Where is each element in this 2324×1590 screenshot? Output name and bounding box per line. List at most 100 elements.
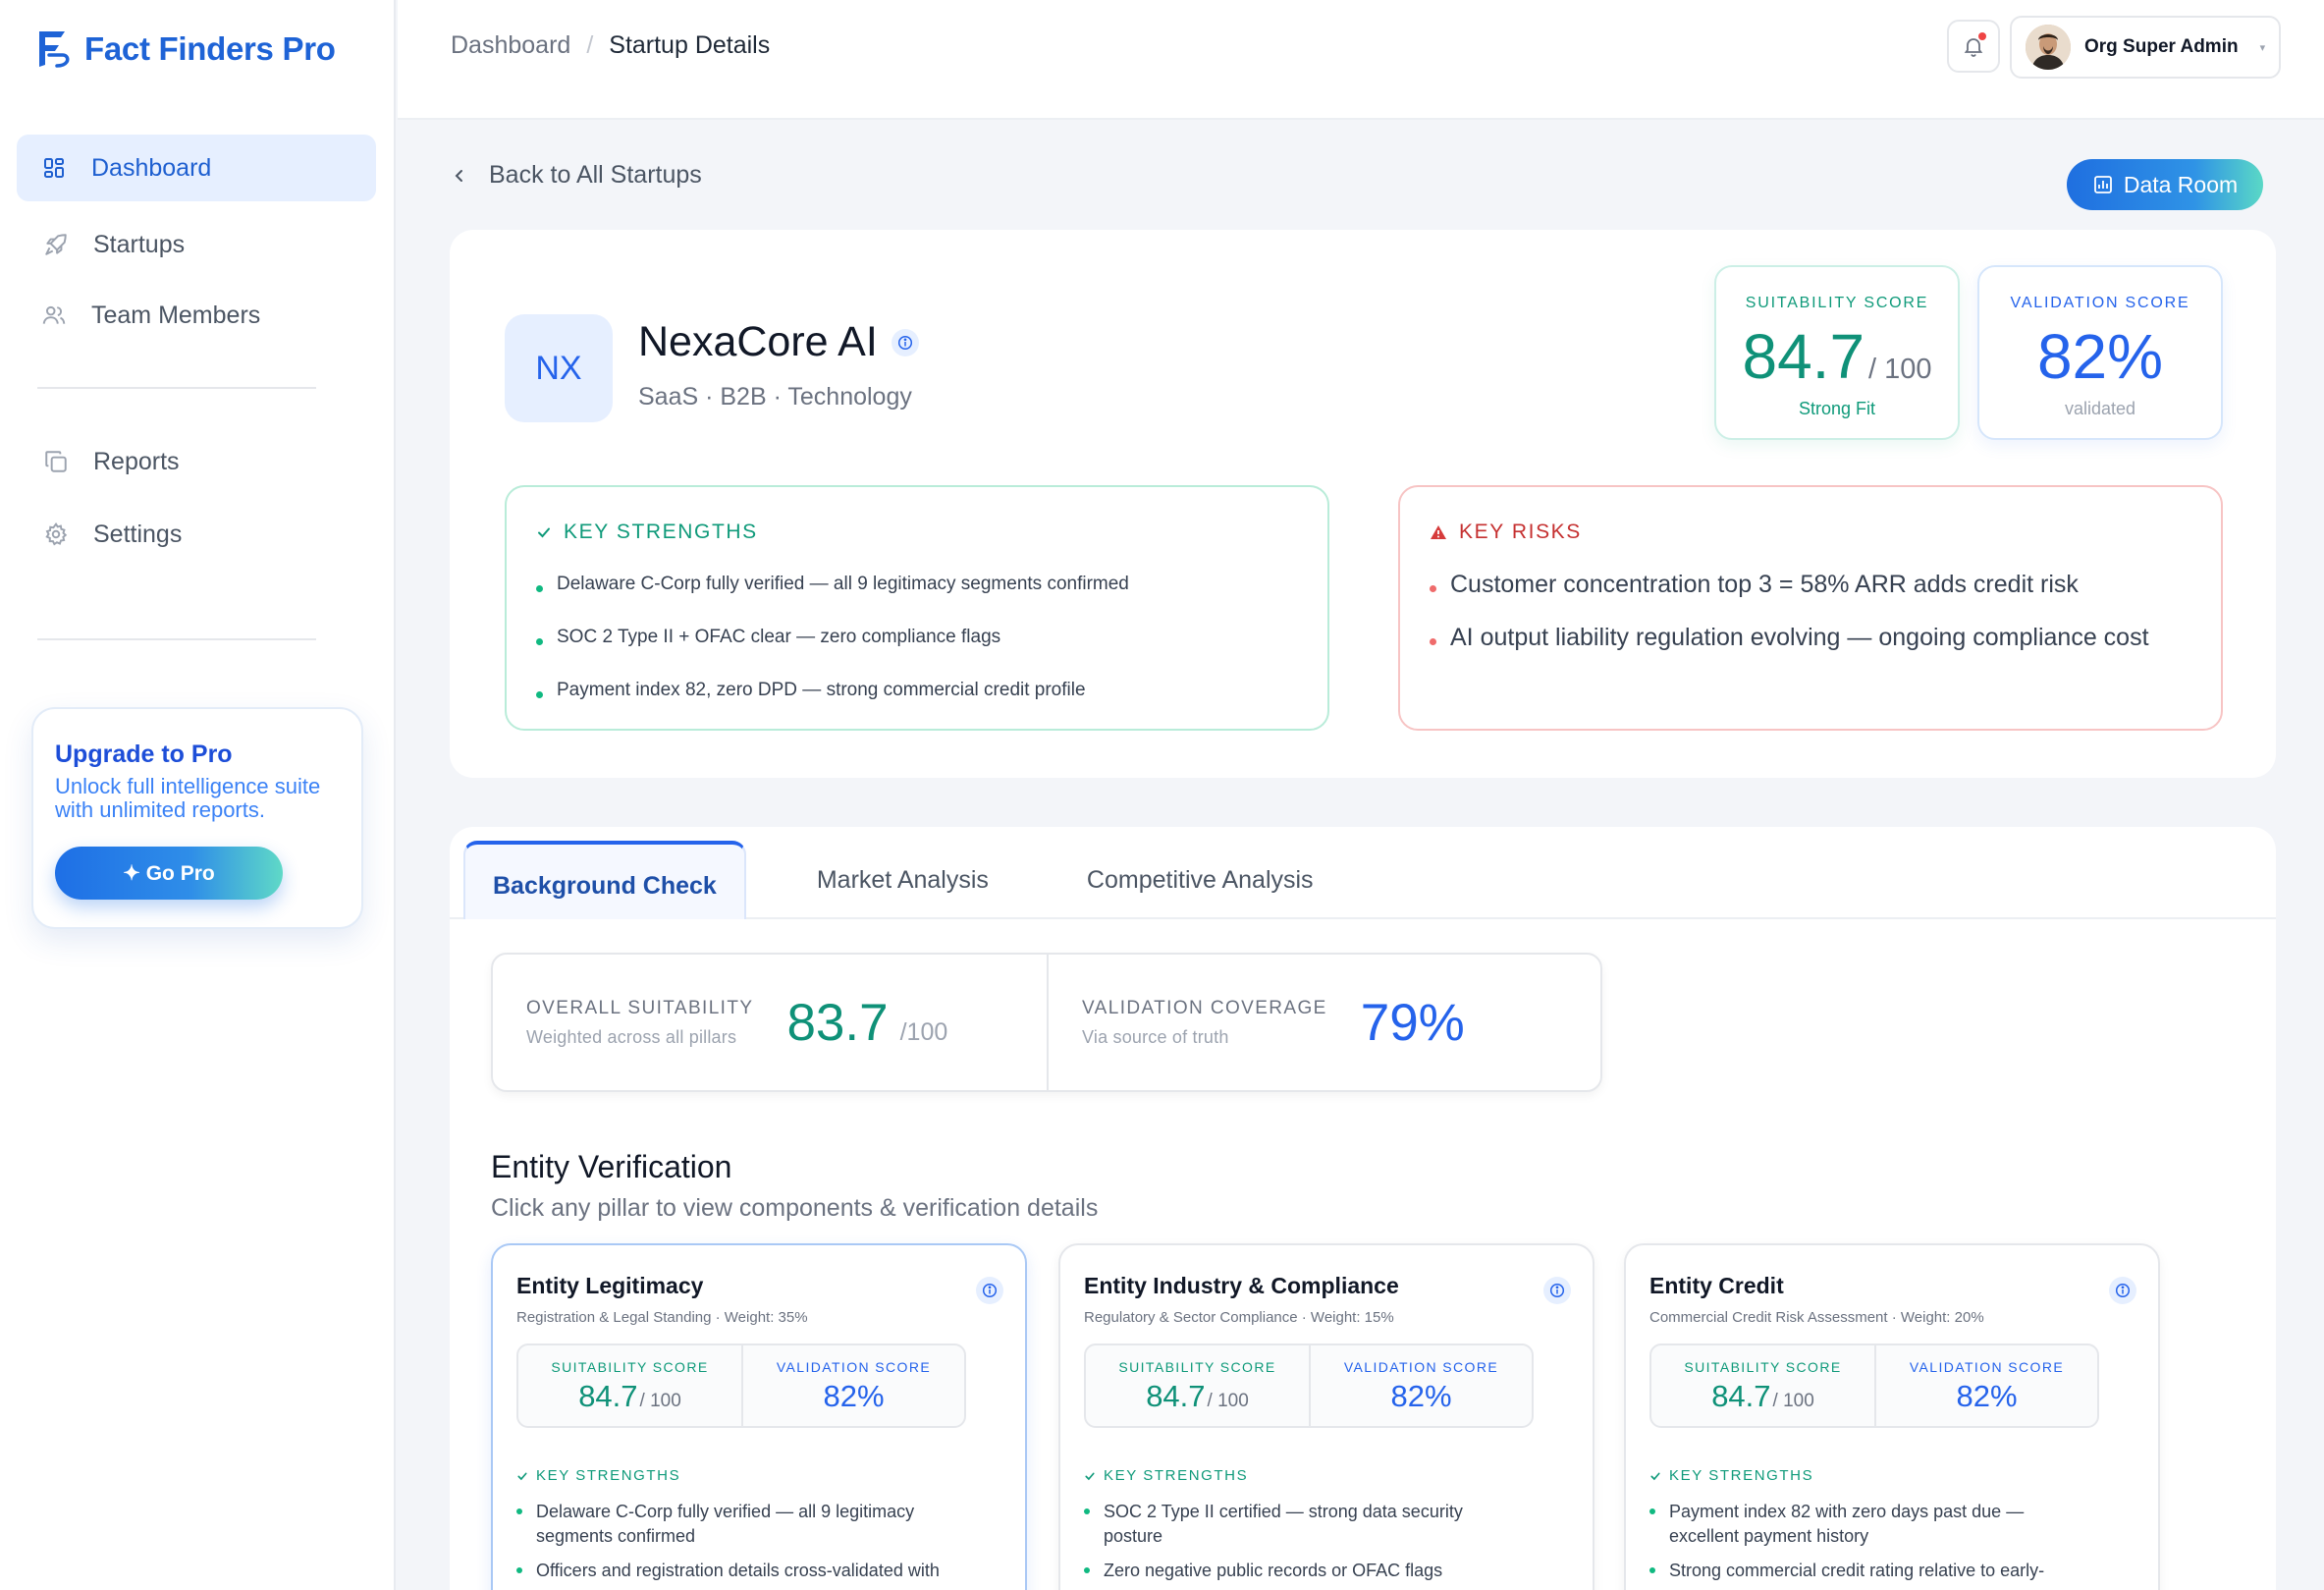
validation-coverage: VALIDATION COVERAGE Via source of truth … <box>1047 955 1600 1090</box>
suitability-score-value: 84.7 <box>1146 1379 1206 1413</box>
validation-coverage-labels: VALIDATION COVERAGE Via source of truth <box>1082 998 1327 1048</box>
bullet <box>1430 637 1436 645</box>
upgrade-description: Unlock full intelligence suite with unli… <box>55 774 321 822</box>
sidebar-item-reports[interactable]: Reports <box>17 428 376 495</box>
score-suffix: / 100 <box>1772 1391 1814 1411</box>
score-caption: Strong Fit <box>1798 399 1876 418</box>
score-label: SUITABILITY SCORE <box>551 1359 709 1375</box>
pillar-strengths-list: SOC 2 Type II certified — strong data se… <box>1084 1500 1569 1583</box>
info-icon[interactable] <box>891 328 919 356</box>
pillar-validation: VALIDATION SCORE 82% <box>1873 1345 2097 1426</box>
bullet <box>1649 1567 1655 1573</box>
pillar-strengths-heading: KEY STRENGTHS <box>1649 1467 2135 1484</box>
score-label: SUITABILITY SCORE <box>1684 1359 1842 1375</box>
strength-text: Strong commercial credit rating relative… <box>1669 1561 2045 1580</box>
list-item: SOC 2 Type II certified — strong data se… <box>1084 1500 1569 1549</box>
pillar-suitability: SUITABILITY SCORE 84.7/ 100 <box>1651 1345 1874 1426</box>
upgrade-title: Upgrade to Pro <box>55 740 233 768</box>
copy-icon <box>42 448 70 475</box>
score-label: VALIDATION SCORE <box>1343 1359 1499 1375</box>
risk-text: AI output liability regulation evolving … <box>1450 623 2149 651</box>
overview-caption: Weighted across all pillars <box>526 1026 737 1047</box>
validation-score-value: 82% <box>1390 1379 1452 1413</box>
list-item: Delaware C-Corp fully verified — all 9 l… <box>516 1500 1001 1549</box>
validation-score-card: VALIDATION SCORE 82% validated <box>1977 265 2223 440</box>
sidebar-item-startups[interactable]: Startups <box>17 211 376 278</box>
key-strengths-title: KEY STRENGTHS <box>564 521 758 543</box>
key-strengths-heading: KEY STRENGTHS <box>536 521 1298 544</box>
strength-text: Payment index 82, zero DPD — strong comm… <box>557 680 1086 700</box>
breadcrumb-dashboard[interactable]: Dashboard <box>451 31 570 60</box>
sidebar-item-label: Startups <box>93 230 186 258</box>
pillar-card-entity-credit[interactable]: Entity Credit Commercial Credit Risk Ass… <box>1624 1243 2160 1590</box>
list-item: AI output liability regulation evolving … <box>1430 611 2191 664</box>
sidebar-item-team-members[interactable]: Team Members <box>17 282 376 349</box>
score-caption: validated <box>2064 399 2136 418</box>
breadcrumb-current: Startup Details <box>609 31 771 59</box>
key-strengths-list: Delaware C-Corp fully verified — all 9 l… <box>536 558 1298 717</box>
strength-text: Zero negative public records or OFAC fla… <box>1104 1561 1443 1580</box>
info-icon[interactable] <box>2109 1277 2136 1304</box>
score-value-row: 84.7/ 100 <box>1086 1379 1309 1414</box>
overall-suitability-labels: OVERALL SUITABILITY Weighted across all … <box>526 998 753 1048</box>
pillar-strengths-heading: KEY STRENGTHS <box>516 1467 1001 1484</box>
info-icon[interactable] <box>1543 1277 1571 1304</box>
key-risks-heading: KEY RISKS <box>1430 521 2191 544</box>
overview-label: OVERALL SUITABILITY <box>526 997 754 1018</box>
pillar-suitability: SUITABILITY SCORE 84.7/ 100 <box>1086 1345 1309 1426</box>
section-title: Entity Verification <box>491 1149 732 1184</box>
score-suffix: / 100 <box>1868 354 1932 385</box>
tab-competitive-analysis[interactable]: Competitive Analysis <box>1059 841 1341 919</box>
pillar-strengths-list: Payment index 82 with zero days past due… <box>1649 1500 2135 1583</box>
tab-market-analysis[interactable]: Market Analysis <box>789 841 1016 919</box>
key-strengths-box: KEY STRENGTHS Delaware C-Corp fully veri… <box>505 485 1329 731</box>
upgrade-card: Upgrade to Pro Unlock full intelligence … <box>31 707 363 929</box>
data-room-button[interactable]: Data Room <box>2067 159 2263 210</box>
check-icon <box>538 527 550 538</box>
strength-text: Delaware C-Corp fully verified — all 9 l… <box>557 574 1129 594</box>
score-value-row: 84.7/ 100 <box>1651 1379 1874 1414</box>
validation-score-value: 82% <box>823 1379 885 1413</box>
key-risks-list: Customer concentration top 3 = 58% ARR a… <box>1430 558 2191 664</box>
grid-icon <box>40 154 68 182</box>
company-initials: NX <box>505 314 613 422</box>
sidebar-item-settings[interactable]: Settings <box>17 501 376 568</box>
strength-text: Delaware C-Corp fully verified — all 9 l… <box>536 1502 915 1546</box>
user-menu[interactable]: Org Super Admin ▾ <box>2010 16 2281 79</box>
check-icon <box>1650 1472 1660 1480</box>
list-item: Delaware C-Corp fully verified — all 9 l… <box>536 558 1298 611</box>
check-icon <box>517 1472 527 1480</box>
sidebar-item-dashboard[interactable]: Dashboard <box>17 135 376 201</box>
bullet <box>1430 584 1436 592</box>
pillar-strengths-title: KEY STRENGTHS <box>1669 1467 1814 1484</box>
list-item: Payment index 82, zero DPD — strong comm… <box>536 664 1298 717</box>
company-overview-card: NX NexaCore AI SaaS · B2B · Technology S… <box>450 230 2276 778</box>
gear-icon <box>42 521 70 548</box>
pillar-card-entity-industry-compliance[interactable]: Entity Industry & Compliance Regulatory … <box>1058 1243 1594 1590</box>
brand-logo[interactable]: Fact Finders Pro <box>35 29 336 69</box>
tab-background-check[interactable]: Background Check <box>463 841 746 919</box>
pillar-subtitle: Registration & Legal Standing · Weight: … <box>516 1309 808 1326</box>
score-value-row: 82% <box>1979 320 2221 393</box>
list-item: Strong commercial credit rating relative… <box>1649 1559 2135 1583</box>
pillar-title: Entity Legitimacy <box>516 1273 704 1298</box>
pillar-card-entity-legitimacy[interactable]: Entity Legitimacy Registration & Legal S… <box>491 1243 1027 1590</box>
go-pro-button[interactable]: ✦ Go Pro <box>55 847 283 900</box>
info-icon[interactable] <box>976 1277 1003 1304</box>
back-link[interactable]: Back to All Startups <box>452 161 702 190</box>
data-room-label: Data Room <box>2123 171 2239 197</box>
notifications-button[interactable] <box>1947 20 2000 73</box>
list-item: Zero negative public records or OFAC fla… <box>1084 1559 1569 1583</box>
bullet <box>536 690 543 698</box>
bullet <box>1084 1508 1090 1514</box>
score-suffix: / 100 <box>639 1391 681 1411</box>
chart-icon <box>2093 176 2112 193</box>
overall-suitability: OVERALL SUITABILITY Weighted across all … <box>493 955 1047 1090</box>
sidebar-item-label: Team Members <box>91 301 261 329</box>
rocket-icon <box>42 231 70 258</box>
score-label: VALIDATION SCORE <box>1909 1359 2065 1375</box>
sidebar: Fact Finders Pro Dashboard Startups Team… <box>0 0 396 1590</box>
pillar-scores: SUITABILITY SCORE 84.7/ 100 VALIDATION S… <box>516 1343 966 1428</box>
pillar-validation: VALIDATION SCORE 82% <box>740 1345 964 1426</box>
strength-text: SOC 2 Type II + OFAC clear — zero compli… <box>557 627 1001 647</box>
